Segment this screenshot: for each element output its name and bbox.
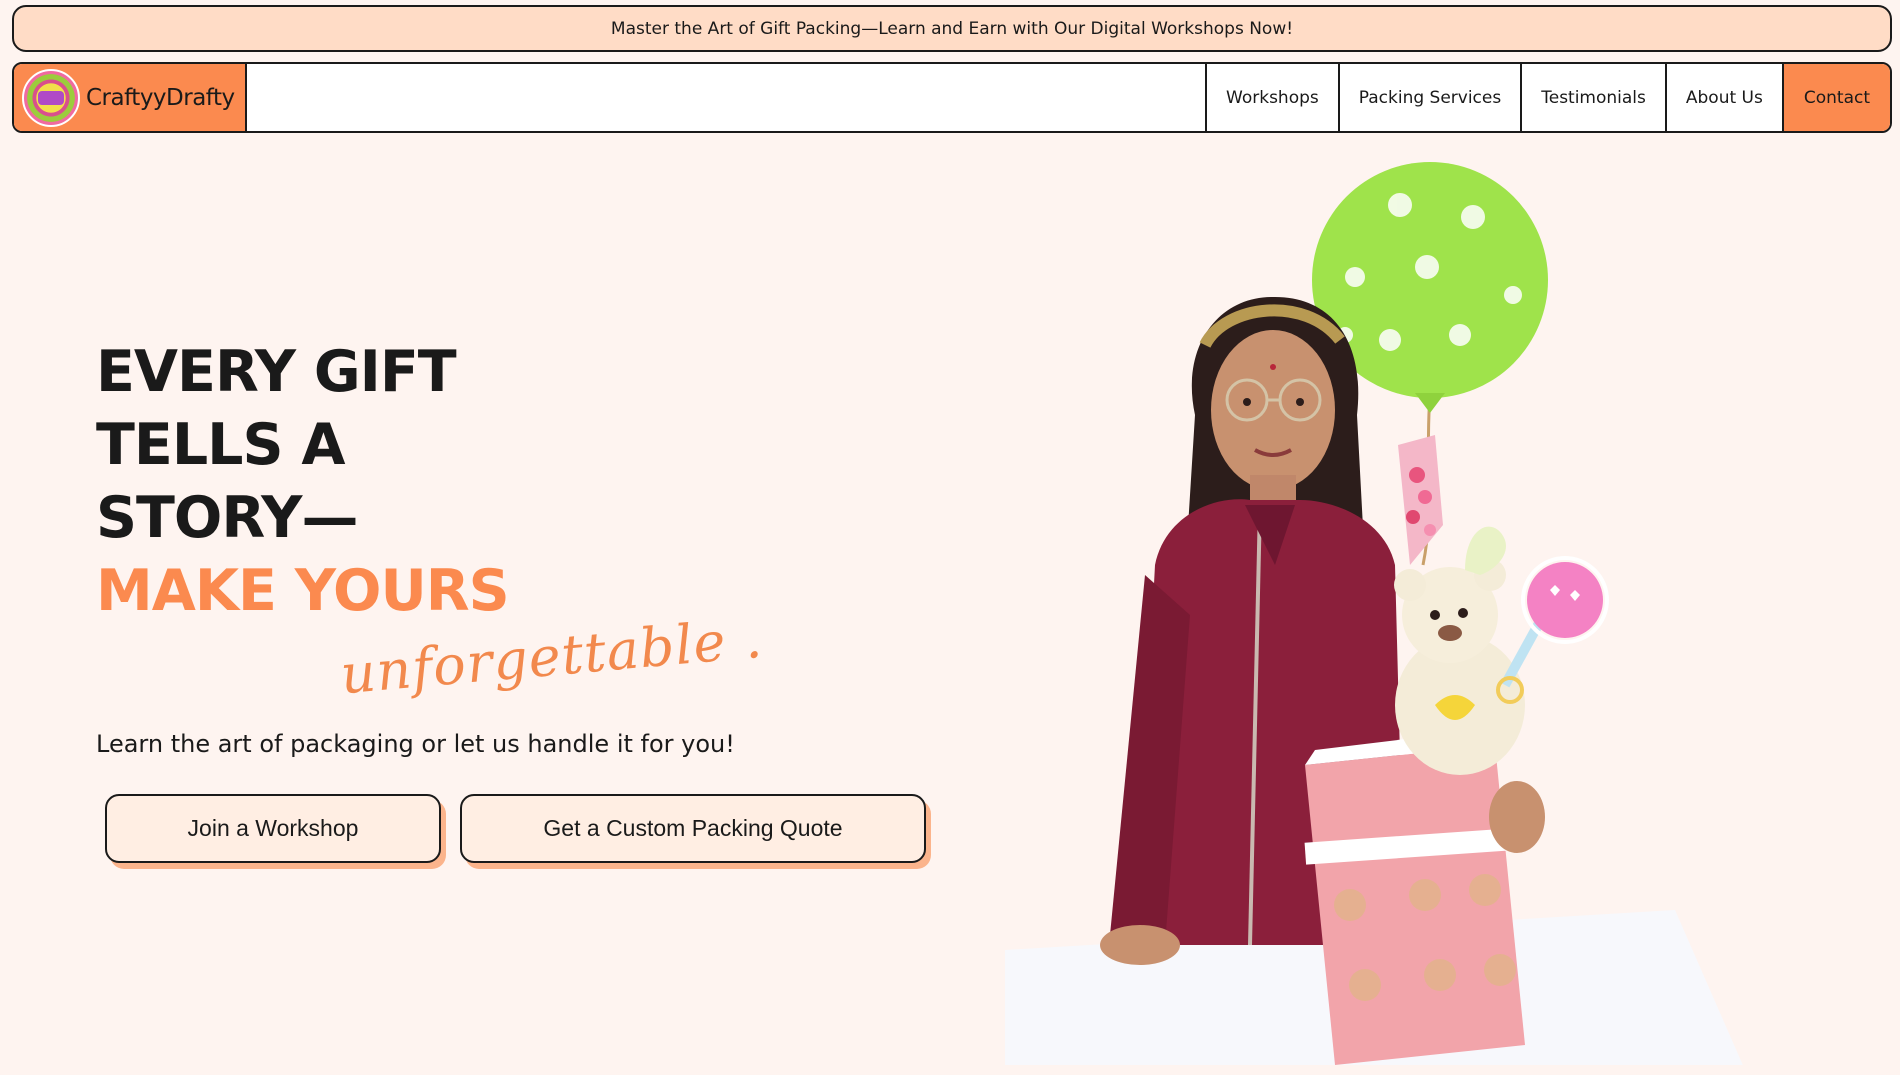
headline-line-1: EVERY GIFT (96, 339, 457, 405)
nav-item-workshops[interactable]: Workshops (1205, 64, 1338, 131)
brand-home-link[interactable]: CraftyyDrafty (14, 64, 247, 131)
announcement-bar: Master the Art of Gift Packing—Learn and… (12, 5, 1892, 52)
headline-line-3: STORY— (96, 485, 358, 551)
nav-item-contact[interactable]: Contact (1781, 64, 1890, 131)
custom-quote-button[interactable]: Get a Custom Packing Quote (460, 794, 926, 863)
hero-photo-woman-with-gift-box (1005, 162, 1743, 1065)
brand-name: CraftyyDrafty (86, 84, 235, 111)
nav-item-about-us[interactable]: About Us (1664, 64, 1782, 131)
headline-line-2: TELLS A (96, 412, 345, 478)
announcement-text: Master the Art of Gift Packing—Learn and… (610, 18, 1294, 39)
join-workshop-button[interactable]: Join a Workshop (105, 794, 441, 863)
main-navbar: CraftyyDrafty Workshops Packing Services… (12, 62, 1892, 133)
nav-item-testimonials[interactable]: Testimonials (1520, 64, 1665, 131)
hero-subline: Learn the art of packaging or let us han… (96, 730, 735, 758)
hero-headline: EVERY GIFT TELLS A STORY— MAKE YOURS (96, 336, 510, 628)
headline-accent: MAKE YOURS (96, 558, 510, 624)
nav-item-packing-services[interactable]: Packing Services (1337, 64, 1520, 131)
brand-logo-icon (22, 68, 80, 127)
